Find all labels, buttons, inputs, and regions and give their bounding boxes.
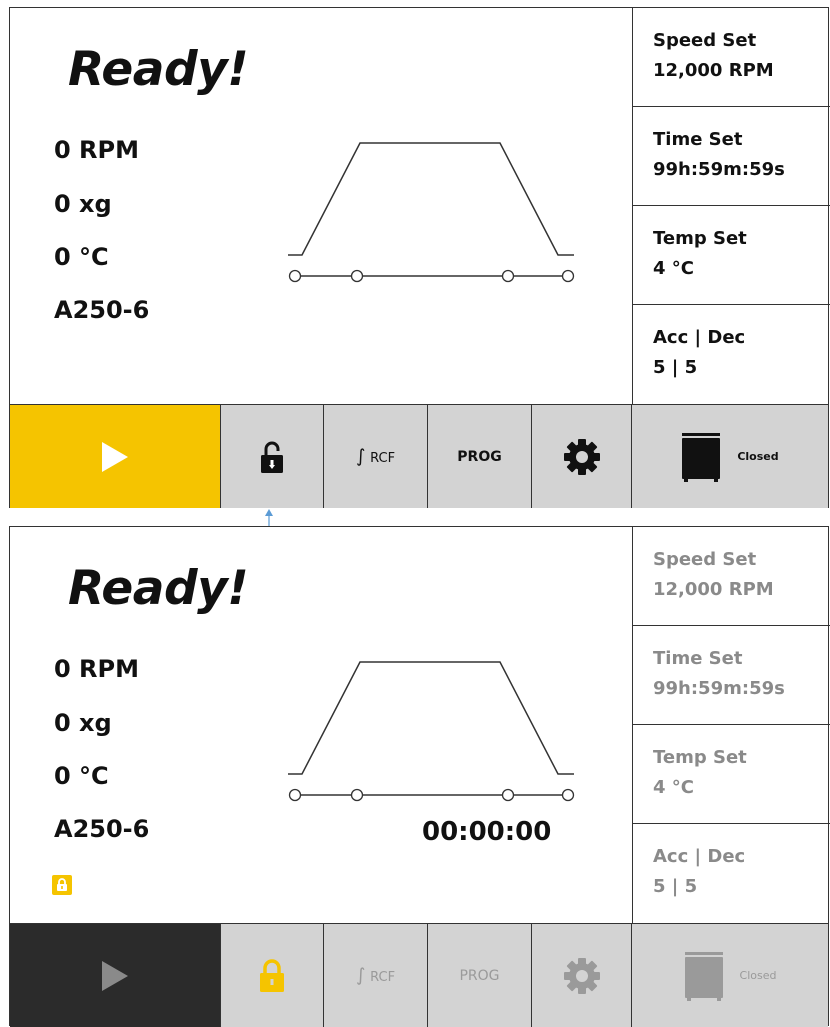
speed-reading: 0 RPM — [54, 136, 140, 164]
start-button[interactable] — [10, 405, 221, 508]
prog-label: PROG — [457, 448, 502, 465]
gear-icon — [563, 957, 600, 994]
acc-dec-label: Acc | Dec — [653, 846, 746, 867]
speed-set-value: 12,000 RPM — [653, 579, 774, 600]
speed-set-cell[interactable]: Speed Set 12,000 RPM — [633, 8, 830, 107]
temp-reading: 0 °C — [54, 762, 109, 790]
temp-set-cell: Temp Set 4 °C — [633, 725, 830, 824]
play-icon — [102, 960, 128, 991]
settings-button — [532, 924, 632, 1027]
force-reading: 0 xg — [54, 709, 112, 737]
profile-node — [350, 269, 364, 283]
integral-symbol: ∫ — [355, 446, 366, 467]
acc-dec-value: 5 | 5 — [653, 876, 698, 897]
toolbar: ∫ RCF PROG Closed — [10, 404, 828, 508]
time-set-label: Time Set — [653, 648, 743, 669]
rcf-label: RCF — [370, 451, 396, 466]
speed-reading: 0 RPM — [54, 655, 140, 683]
lock-button[interactable] — [221, 405, 324, 508]
toolbar: ∫ RCF PROG Closed — [10, 923, 828, 1027]
run-profile-diagram — [288, 142, 575, 283]
temp-set-label: Temp Set — [653, 228, 747, 249]
lock-icon — [260, 958, 284, 992]
settings-button[interactable] — [532, 405, 632, 508]
play-icon — [102, 441, 128, 472]
door-button[interactable]: Closed — [632, 405, 828, 508]
profile-node — [288, 269, 302, 283]
temp-reading: 0 °C — [54, 243, 109, 271]
speed-set-cell: Speed Set 12,000 RPM — [633, 527, 830, 626]
prog-button: PROG — [428, 924, 532, 1027]
time-set-value: 99h:59m:59s — [653, 678, 785, 699]
profile-node — [501, 269, 515, 283]
settings-column: Speed Set 12,000 RPM Time Set 99h:59m:59… — [632, 527, 830, 923]
profile-node — [501, 788, 515, 802]
door-status-label: Closed — [739, 969, 777, 982]
speed-set-label: Speed Set — [653, 549, 757, 570]
rcf-button: ∫ RCF — [324, 924, 428, 1027]
bottom-panel: Ready! 0 RPM 0 xg 0 °C A250-6 00:00:00 S… — [9, 526, 830, 1027]
unlock-icon — [261, 441, 283, 473]
rcf-button[interactable]: ∫ RCF — [324, 405, 428, 508]
door-button: Closed — [632, 924, 828, 1027]
temp-set-value: 4 °C — [653, 258, 695, 279]
door-status-label: Closed — [737, 450, 779, 463]
temp-set-cell[interactable]: Temp Set 4 °C — [633, 206, 830, 305]
speed-set-label: Speed Set — [653, 30, 757, 51]
profile-node — [561, 788, 575, 802]
force-reading: 0 xg — [54, 190, 112, 218]
rcf-label: RCF — [370, 970, 396, 985]
time-set-cell: Time Set 99h:59m:59s — [633, 626, 830, 725]
settings-column: Speed Set 12,000 RPM Time Set 99h:59m:59… — [632, 8, 830, 404]
integral-symbol: ∫ — [355, 965, 366, 986]
start-button — [10, 924, 221, 1027]
acc-dec-label: Acc | Dec — [653, 327, 746, 348]
temp-set-label: Temp Set — [653, 747, 747, 768]
door-closed-icon — [682, 432, 721, 482]
top-panel: Ready! 0 RPM 0 xg 0 °C A250-6 Speed Set … — [9, 7, 830, 508]
status-title: Ready! — [68, 561, 249, 616]
temp-set-value: 4 °C — [653, 777, 695, 798]
time-set-value: 99h:59m:59s — [653, 159, 785, 180]
prog-label: PROG — [459, 967, 500, 984]
profile-node — [350, 788, 364, 802]
door-closed-icon — [684, 951, 723, 1001]
profile-node — [288, 788, 302, 802]
gear-icon — [563, 438, 600, 475]
acc-dec-cell: Acc | Dec 5 | 5 — [633, 824, 830, 923]
profile-node — [561, 269, 575, 283]
rotor-reading: A250-6 — [54, 815, 150, 843]
time-set-label: Time Set — [653, 129, 743, 150]
time-set-cell[interactable]: Time Set 99h:59m:59s — [633, 107, 830, 206]
acc-dec-value: 5 | 5 — [653, 357, 698, 378]
run-timer: 00:00:00 — [422, 817, 552, 847]
lock-badge-icon — [52, 875, 72, 895]
rotor-reading: A250-6 — [54, 296, 150, 324]
status-title: Ready! — [68, 42, 249, 97]
lock-button[interactable] — [221, 924, 324, 1027]
acc-dec-cell[interactable]: Acc | Dec 5 | 5 — [633, 305, 830, 404]
prog-button[interactable]: PROG — [428, 405, 532, 508]
speed-set-value: 12,000 RPM — [653, 60, 774, 81]
run-profile-diagram — [288, 661, 575, 802]
